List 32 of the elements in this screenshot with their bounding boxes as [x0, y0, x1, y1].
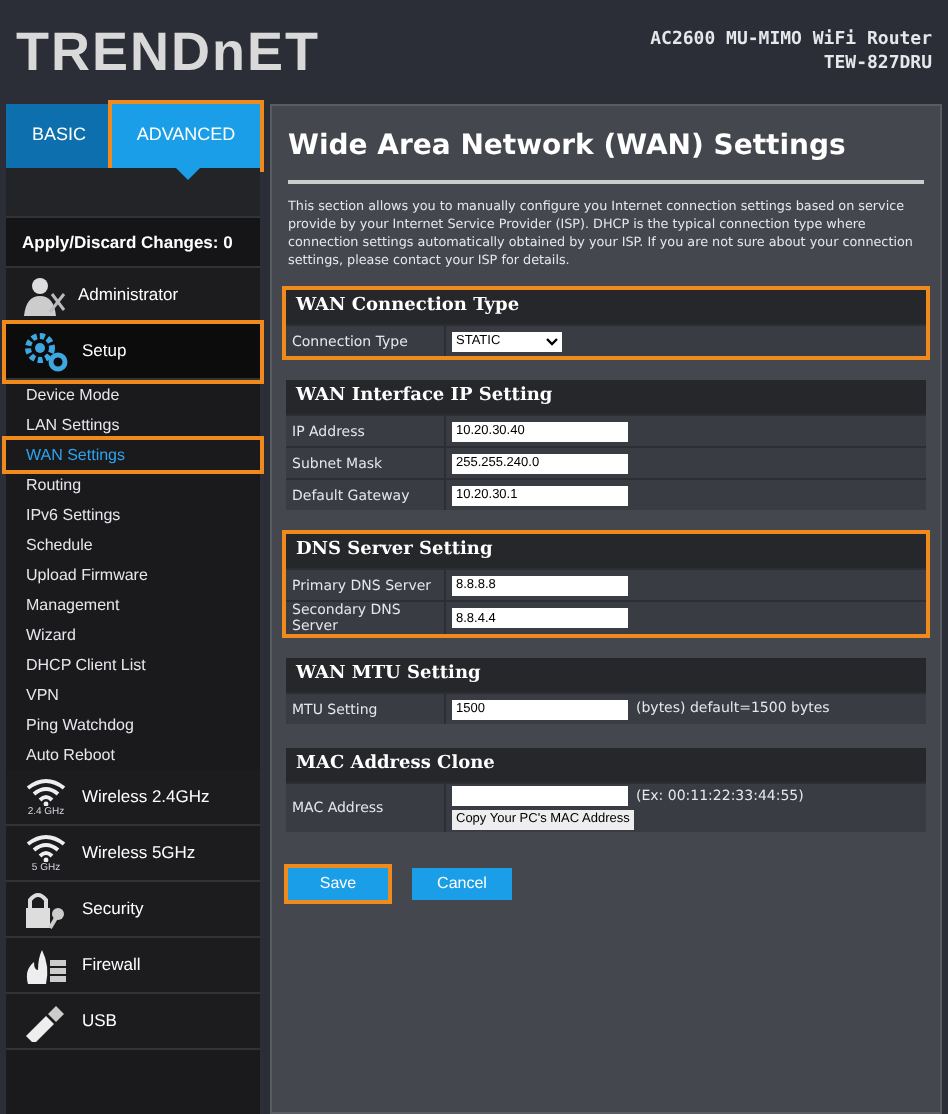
sidebar-link[interactable]: DHCP Client List	[6, 650, 260, 680]
sidebar-link[interactable]: Schedule	[6, 530, 260, 560]
section-title: WAN MTU Setting	[286, 658, 926, 692]
sidebar-link[interactable]: Wizard	[6, 620, 260, 650]
product-name: AC2600 MU-MIMO WiFi Router	[650, 28, 932, 52]
sidebar-link[interactable]: Auto Reboot	[6, 740, 260, 770]
sidebar-link[interactable]: Routing	[6, 470, 260, 500]
section-title: DNS Server Setting	[286, 534, 926, 568]
chevron-down-icon	[546, 337, 558, 345]
logo: TRENDnET	[16, 24, 320, 80]
tab-pointer-icon	[176, 168, 200, 180]
sidebar-link[interactable]: LAN Settings	[6, 410, 260, 440]
sidebar-group[interactable]: Setup	[6, 324, 260, 380]
text-field[interactable]	[452, 786, 628, 807]
page-title: Wide Area Network (WAN) Settings	[288, 126, 924, 184]
sidebar-link[interactable]: Management	[6, 590, 260, 620]
section-title: MAC Address Clone	[286, 748, 926, 782]
model-number: TEW-827DRU	[823, 52, 932, 76]
sidebar-link[interactable]: WAN Settings	[6, 440, 260, 470]
apply-discard-label[interactable]: Apply/Discard Changes: 0	[6, 216, 260, 268]
gears-icon	[22, 331, 70, 371]
sidebar-link[interactable]: Upload Firmware	[6, 560, 260, 590]
sidebar-link[interactable]: Ping Watchdog	[6, 710, 260, 740]
usb-stick-icon	[22, 1001, 70, 1041]
sidebar-link[interactable]: Device Mode	[6, 380, 260, 410]
flame-wall-icon	[22, 945, 70, 985]
sidebar-link[interactable]: IPv6 Settings	[6, 500, 260, 530]
person-tools-icon	[22, 275, 66, 315]
sidebar-link[interactable]: VPN	[6, 680, 260, 710]
section-title: WAN Interface IP Setting	[286, 380, 926, 414]
section-title: WAN Connection Type	[286, 290, 926, 324]
padlock-key-icon	[22, 889, 70, 929]
